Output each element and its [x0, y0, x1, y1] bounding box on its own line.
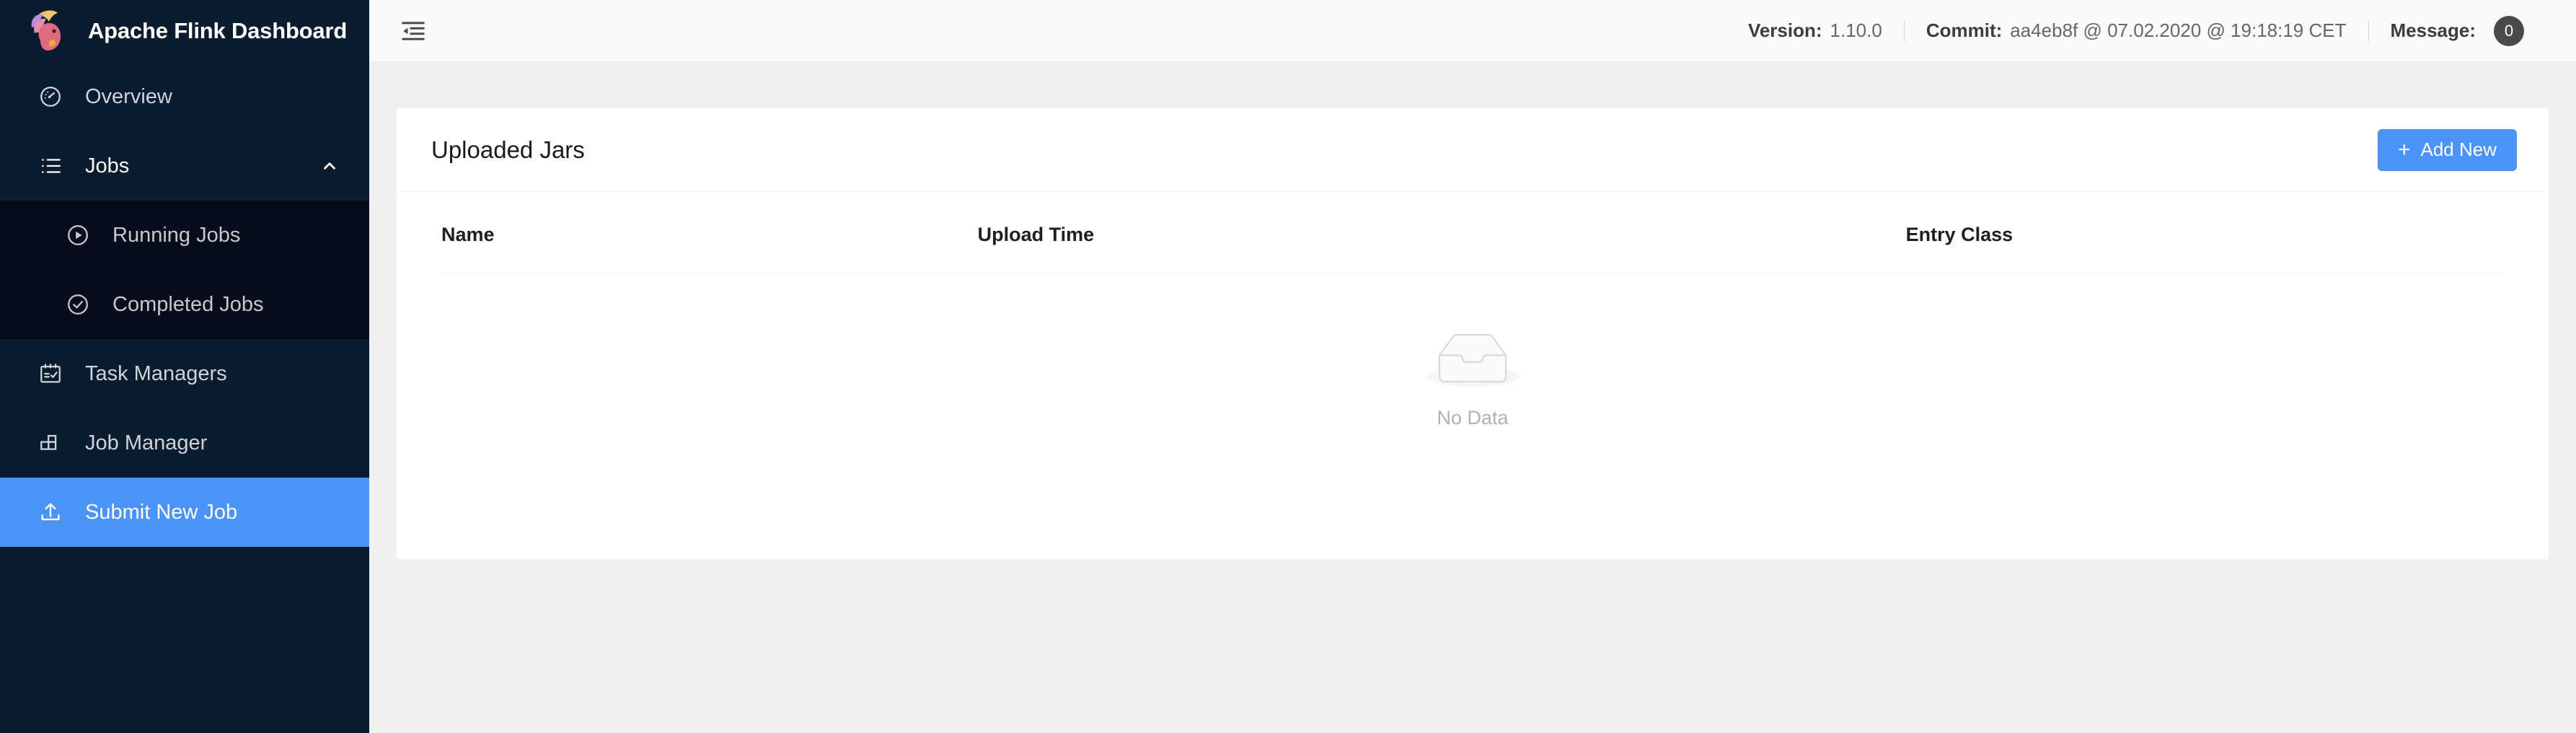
sidebar-item-running-jobs[interactable]: Running Jobs — [0, 201, 369, 270]
sidebar-item-label: Jobs — [85, 154, 130, 177]
message-count-badge[interactable]: 0 — [2494, 15, 2524, 46]
sidebar-item-task-managers[interactable]: Task Managers — [0, 339, 369, 408]
brand-title: Apache Flink Dashboard — [88, 18, 348, 43]
check-circle-icon — [65, 291, 91, 317]
sidebar-item-label: Running Jobs — [113, 223, 241, 247]
commit-info: Commit: aa4eb8f @ 07.02.2020 @ 19:18:19 … — [1905, 19, 2368, 42]
version-value: 1.10.0 — [1830, 19, 1882, 41]
sidebar-item-completed-jobs[interactable]: Completed Jobs — [0, 270, 369, 339]
topbar-info: Version: 1.10.0 Commit: aa4eb8f @ 07.02.… — [1726, 15, 2546, 46]
uploaded-jars-card: Uploaded Jars + Add New Name Upload Time… — [397, 108, 2549, 559]
topbar: Version: 1.10.0 Commit: aa4eb8f @ 07.02.… — [369, 0, 2576, 62]
sidebar-item-overview[interactable]: Overview — [0, 62, 369, 131]
sidebar-item-label: Task Managers — [85, 361, 227, 385]
card-header: Uploaded Jars + Add New — [397, 108, 2549, 192]
main-area: Version: 1.10.0 Commit: aa4eb8f @ 07.02.… — [369, 0, 2576, 733]
column-header-entry-class[interactable]: Entry Class — [1905, 192, 2504, 274]
empty-inbox-icon — [1426, 326, 1519, 391]
menu-fold-icon[interactable] — [394, 12, 433, 51]
chevron-up-icon[interactable] — [320, 157, 339, 175]
sidebar-item-job-manager[interactable]: Job Manager — [0, 408, 369, 478]
message-label: Message: — [2390, 19, 2476, 41]
empty-state: No Data — [441, 274, 2504, 429]
upload-icon — [38, 499, 63, 525]
commit-value: aa4eb8f @ 07.02.2020 @ 19:18:19 CET — [2010, 19, 2347, 41]
table-header-row: Name Upload Time Entry Class — [441, 192, 2504, 274]
content-area: Uploaded Jars + Add New Name Upload Time… — [369, 62, 2576, 733]
message-info: Message: 0 — [2369, 15, 2546, 46]
play-circle-icon — [65, 222, 91, 248]
empty-state-text: No Data — [1437, 407, 1509, 429]
sidebar-item-label: Overview — [85, 84, 172, 108]
page-title: Uploaded Jars — [431, 136, 585, 163]
plus-icon: + — [2397, 137, 2411, 162]
column-header-name[interactable]: Name — [441, 192, 978, 274]
sidebar: Apache Flink Dashboard Overview Jobs Run… — [0, 0, 369, 733]
schedule-calendar-icon — [38, 361, 63, 387]
sidebar-item-label: Submit New Job — [85, 500, 238, 524]
card-body: Name Upload Time Entry Class No Data — [397, 192, 2549, 559]
version-info: Version: 1.10.0 — [1726, 19, 1904, 42]
dashboard-gauge-icon — [38, 84, 63, 110]
blocks-cluster-icon — [38, 430, 63, 456]
add-new-button-label: Add New — [2420, 139, 2497, 160]
table-head: Name Upload Time Entry Class — [441, 192, 2504, 274]
sidebar-item-submit-new-job[interactable]: Submit New Job — [0, 478, 369, 547]
add-new-button[interactable]: + Add New — [2377, 128, 2517, 171]
column-header-upload-time[interactable]: Upload Time — [977, 192, 1906, 274]
sidebar-menu: Overview Jobs Running Jobs Completed Job… — [0, 62, 369, 733]
sidebar-item-label: Job Manager — [85, 431, 208, 455]
ordered-list-icon — [38, 153, 63, 179]
commit-label: Commit: — [1926, 19, 2003, 41]
sidebar-item-label: Completed Jobs — [113, 292, 264, 316]
brand[interactable]: Apache Flink Dashboard — [0, 0, 369, 62]
uploaded-jars-table: Name Upload Time Entry Class — [441, 192, 2504, 274]
app-root: Apache Flink Dashboard Overview Jobs Run… — [0, 0, 2576, 733]
sidebar-item-jobs[interactable]: Jobs — [0, 131, 369, 201]
flink-squirrel-logo-icon — [25, 9, 72, 53]
sidebar-submenu-jobs: Running Jobs Completed Jobs — [0, 201, 369, 339]
version-label: Version: — [1747, 19, 1822, 41]
